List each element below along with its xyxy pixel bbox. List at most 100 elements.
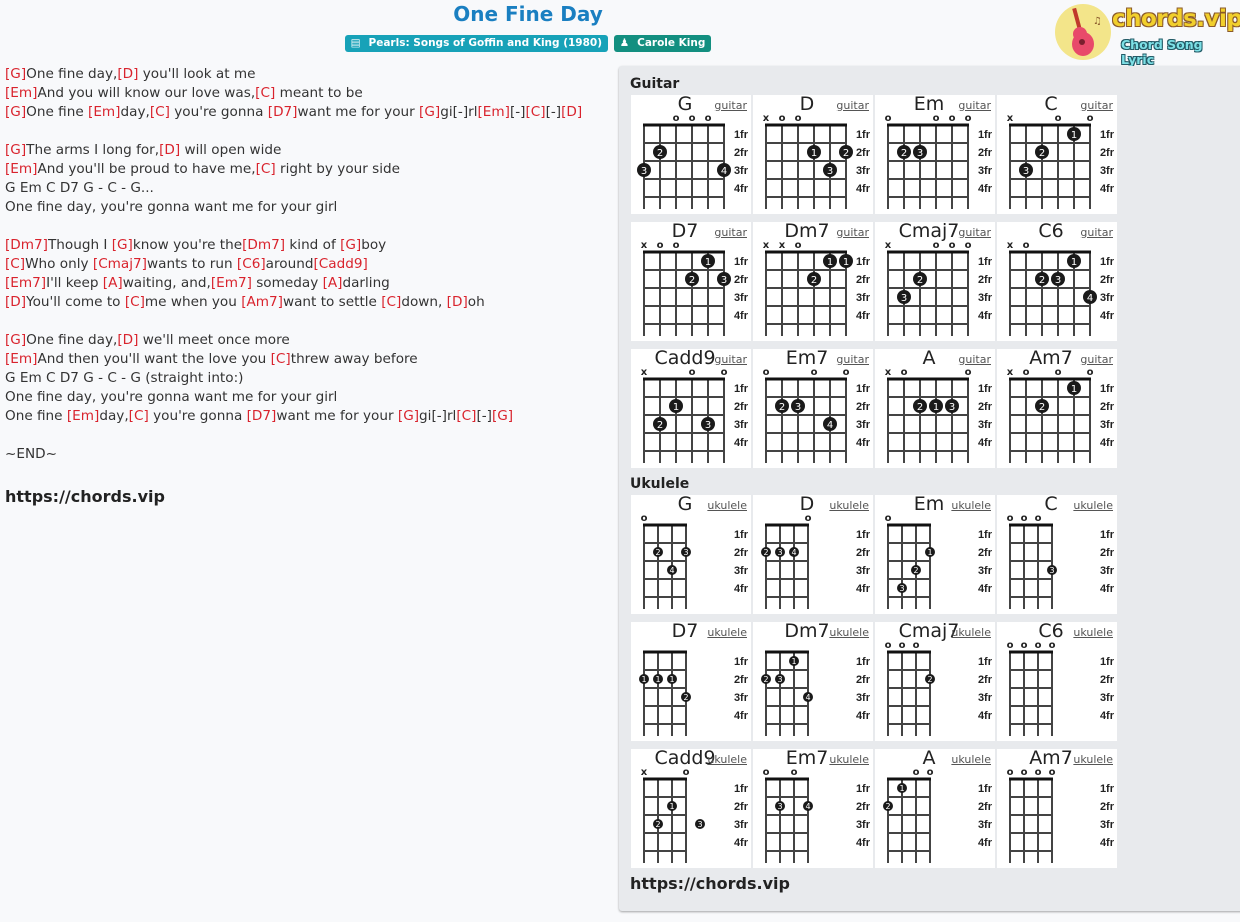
ukulele-chord-card[interactable]: Gukulele 1fr 2fr 3fr 4fr o 2 3 4	[631, 493, 751, 614]
ukulele-chord-card[interactable]: Cadd9 ukulele 1fr 2fr 3fr 4fr x o 1 2 3	[631, 747, 751, 868]
fret-label: 4fr	[1100, 437, 1115, 449]
open-string-marker: o	[763, 367, 770, 378]
chord-marker[interactable]: [G]	[5, 142, 26, 158]
chord-marker[interactable]: [A]	[103, 275, 123, 291]
chord-marker[interactable]: [Em]	[5, 161, 37, 177]
ukulele-chord-card[interactable]: Cmaj7 ukulele 1fr 2fr 3fr 4fr o o o 2	[875, 620, 995, 741]
chord-marker[interactable]: [Em]	[88, 104, 120, 120]
chord-marker[interactable]: [Cmaj7]	[93, 256, 147, 272]
chord-marker[interactable]: [C]	[129, 408, 149, 424]
chord-diagram: 1fr2fr3fr4frx o o o12	[1007, 367, 1115, 463]
fret-label: 2fr	[856, 801, 871, 813]
ukulele-chord-card[interactable]: Aukulele 1fr 2fr 3fr 4fr o o 1 2	[875, 747, 995, 868]
chord-marker[interactable]: [C]	[381, 294, 401, 310]
chord-marker[interactable]: [D]	[561, 104, 582, 120]
fret-label: 4fr	[978, 310, 993, 322]
chord-marker[interactable]: [G]	[112, 237, 133, 253]
chord-marker[interactable]: [C6]	[237, 256, 266, 272]
guitar-chord-card[interactable]: Cadd9 guitar 1fr 2fr 3fr 4fr x o o 1 2 3	[631, 347, 751, 468]
chord-marker[interactable]: [A]	[323, 275, 343, 291]
guitar-section-title: Guitar	[630, 76, 680, 92]
guitar-chord-card[interactable]: Aguitar 1fr 2fr 3fr 4fr x o o 2 1 3	[875, 347, 995, 468]
fret-label: 4fr	[734, 837, 749, 849]
site-logo[interactable]: ♫ chords.vip Chord Song Lyric	[1054, 4, 1240, 67]
chord-marker[interactable]: [C]	[125, 294, 145, 310]
finger-number: 3	[721, 275, 727, 286]
chord-marker[interactable]: [G]	[340, 237, 361, 253]
chord-marker[interactable]: [D]	[117, 332, 138, 348]
guitar-chord-card[interactable]: Dguitar 1fr 2fr 3fr 4fr x o o 1 2 3	[753, 93, 873, 214]
lyric-text: someday	[251, 275, 323, 291]
chord-marker[interactable]: [G]	[419, 104, 440, 120]
chord-marker[interactable]: [D]	[5, 294, 26, 310]
ukulele-chord-card[interactable]: Em ukulele 1fr 2fr 3fr 4fr o 1 2 3	[875, 493, 995, 614]
guitar-chord-card[interactable]: D7 guitar 1fr 2fr 3fr 4fr x o o 1 2 3	[631, 220, 751, 341]
chord-marker[interactable]: [D]	[447, 294, 468, 310]
chord-marker[interactable]: [D]	[117, 66, 138, 82]
lyric-line: [C]Who only [Cmaj7]wants to run [C6]arou…	[5, 255, 582, 274]
chord-marker[interactable]: [C]	[271, 351, 291, 367]
chord-marker[interactable]: [C]	[525, 104, 545, 120]
lyric-text: day,	[99, 408, 129, 424]
guitar-chord-card[interactable]: Cguitar 1fr 2fr 3fr 4fr x o o 1 2 3	[997, 93, 1117, 214]
chord-marker[interactable]: [C]	[256, 161, 276, 177]
ukulele-chord-card[interactable]: Dm7 ukulele 1fr 2fr 3fr 4fr 1 2 3 4	[753, 620, 873, 741]
ukulele-chord-card[interactable]: Em7 ukulele 1fr 2fr 3fr 4fr o o 3 4	[753, 747, 873, 868]
chord-marker[interactable]: [Dm7]	[5, 237, 48, 253]
lyric-text: Who only	[25, 256, 93, 272]
album-badge[interactable]: ▤ Pearls: Songs of Goffin and King (1980)	[344, 35, 609, 52]
chord-marker[interactable]: [Em]	[67, 408, 99, 424]
chord-marker[interactable]: [C]	[5, 256, 25, 272]
lyric-line: [Dm7]Though I [G]know you're the[Dm7] ki…	[5, 236, 582, 255]
chord-marker[interactable]: [G]	[398, 408, 419, 424]
chord-marker[interactable]: [Am7]	[241, 294, 283, 310]
chord-marker[interactable]: [Dm7]	[242, 237, 285, 253]
guitar-chord-card[interactable]: Em guitar 1fr 2fr 3fr 4fr o o o o 2 3	[875, 93, 995, 214]
guitar-chord-card[interactable]: Am7 guitar 1fr 2fr 3fr 4fr x o o o 1 2	[997, 347, 1117, 468]
chord-marker[interactable]: [Cadd9]	[313, 256, 367, 272]
guitar-chord-card[interactable]: Gguitar 1fr 2fr 3fr 4fr o o o 2 3 4	[631, 93, 751, 214]
chord-marker[interactable]: [D7]	[247, 408, 277, 424]
chord-marker[interactable]: [G]	[492, 408, 513, 424]
finger-number: 1	[927, 548, 932, 557]
lyric-line: One fine day, you're gonna want me for y…	[5, 198, 582, 217]
finger-number: 3	[917, 148, 923, 159]
chord-marker[interactable]: [G]	[5, 104, 26, 120]
artist-badge[interactable]: ♟ Carole King	[613, 35, 712, 52]
panel-site-url[interactable]: https://chords.vip	[630, 874, 790, 893]
finger-number: 1	[669, 802, 674, 811]
chord-marker[interactable]: [D]	[159, 142, 180, 158]
open-string-marker: o	[1087, 113, 1094, 124]
muted-string-marker: x	[641, 367, 648, 378]
lyric-text: you're gonna	[148, 408, 247, 424]
chord-marker[interactable]: [G]	[5, 66, 26, 82]
chord-marker[interactable]: [C]	[150, 104, 170, 120]
open-string-marker: o	[641, 513, 648, 524]
chord-marker[interactable]: [D7]	[268, 104, 298, 120]
ukulele-chord-card[interactable]: Dukulele 1fr 2fr 3fr 4fr o 2 3 4	[753, 493, 873, 614]
ukulele-chord-card[interactable]: D7 ukulele 1fr 2fr 3fr 4fr 1 1 1 2	[631, 620, 751, 741]
finger-number: 2	[779, 402, 785, 413]
chord-marker[interactable]: [C]	[456, 408, 476, 424]
lyrics-site-url[interactable]: https://chords.vip	[5, 487, 582, 506]
ukulele-chord-card[interactable]: C6 ukulele 1fr 2fr 3fr 4fr o o o o	[997, 620, 1117, 741]
guitar-chord-card[interactable]: Em7 guitar 1fr 2fr 3fr 4fr o o o 2 3 4	[753, 347, 873, 468]
guitar-chord-card[interactable]: Cmaj7 guitar 1fr 2fr 3fr 4fr x o o o 2 3	[875, 220, 995, 341]
chord-marker[interactable]: [C]	[255, 85, 275, 101]
chord-marker[interactable]: [Em]	[5, 351, 37, 367]
fret-label: 4fr	[856, 583, 871, 595]
guitar-chord-card[interactable]: C6 guitar 1fr 2fr 3fr 4fr x o 1 2 3 4	[997, 220, 1117, 341]
ukulele-chord-card[interactable]: Cukulele 1fr 2fr 3fr 4fr o o o 3	[997, 493, 1117, 614]
finger-number: 3	[777, 802, 782, 811]
finger-number: 2	[657, 420, 663, 431]
guitar-chord-card[interactable]: Dm7 guitar 1fr 2fr 3fr 4fr x x o 1 1 2	[753, 220, 873, 341]
chord-marker[interactable]: [G]	[5, 332, 26, 348]
finger-number: 3	[777, 675, 782, 684]
finger-number: 3	[641, 166, 647, 177]
ukulele-chord-card[interactable]: Am7 ukulele 1fr 2fr 3fr 4fr o o o o	[997, 747, 1117, 868]
chord-marker[interactable]: [Em7]	[211, 275, 252, 291]
chord-marker[interactable]: [Em]	[478, 104, 510, 120]
chord-marker[interactable]: [Em7]	[5, 275, 46, 291]
chord-marker[interactable]: [Em]	[5, 85, 37, 101]
open-string-marker: o	[791, 767, 798, 778]
